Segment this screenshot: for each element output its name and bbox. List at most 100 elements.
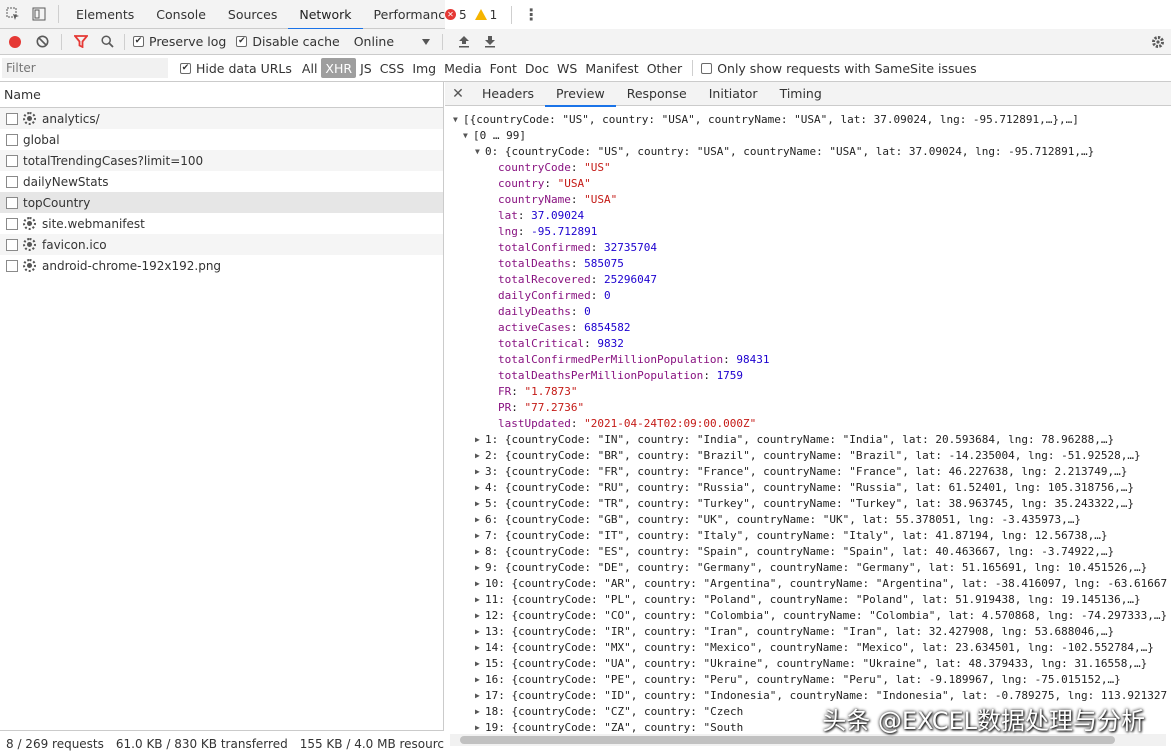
- record-button[interactable]: [9, 35, 21, 48]
- filter-type-css[interactable]: CSS: [376, 58, 409, 78]
- preview-item[interactable]: ▶ 15: {countryCode: "UA", country: "Ukrai…: [445, 656, 1171, 672]
- tab-sources[interactable]: Sources: [217, 0, 288, 29]
- expand-arrow-icon[interactable]: ▶: [475, 432, 485, 448]
- preview-item[interactable]: ▶ 1: {countryCode: "IN", country: "India"…: [445, 432, 1171, 448]
- request-checkbox[interactable]: [6, 112, 18, 125]
- filter-type-img[interactable]: Img: [408, 58, 440, 78]
- property-row: totalConfirmedPerMillionPopulation: 9843…: [445, 352, 1171, 368]
- filter-type-manifest[interactable]: Manifest: [581, 58, 642, 78]
- property-value: 0: [603, 289, 611, 302]
- expand-arrow-icon[interactable]: ▶: [475, 704, 485, 720]
- filter-type-font[interactable]: Font: [486, 58, 521, 78]
- request-row[interactable]: site.webmanifest: [0, 213, 443, 234]
- expand-arrow-icon[interactable]: ▶: [475, 544, 485, 560]
- more-options-icon[interactable]: ⋮: [518, 0, 544, 29]
- import-har-icon[interactable]: [451, 29, 477, 55]
- preview-item[interactable]: ▶ 5: {countryCode: "TR", country: "Turkey…: [445, 496, 1171, 512]
- tab-console[interactable]: Console: [145, 0, 217, 29]
- request-row[interactable]: dailyNewStats: [0, 171, 443, 192]
- detail-tab-headers[interactable]: Headers: [471, 82, 545, 106]
- request-checkbox[interactable]: [6, 196, 18, 209]
- preview-item[interactable]: ▶ 6: {countryCode: "GB", country: "UK", c…: [445, 512, 1171, 528]
- preview-item[interactable]: ▶ 13: {countryCode: "IR", country: "Iran"…: [445, 624, 1171, 640]
- expand-arrow-icon[interactable]: ▶: [475, 480, 485, 496]
- name-column-header[interactable]: Name: [0, 82, 443, 108]
- preview-item[interactable]: ▶ 3: {countryCode: "FR", country: "France…: [445, 464, 1171, 480]
- request-row[interactable]: topCountry: [0, 192, 443, 213]
- preview-item[interactable]: ▶ 2: {countryCode: "BR", country: "Brazil…: [445, 448, 1171, 464]
- expand-arrow-icon[interactable]: ▶: [475, 464, 485, 480]
- samesite-checkbox[interactable]: Only show requests with SameSite issues: [701, 61, 977, 76]
- preview-item[interactable]: ▶ 11: {countryCode: "PL", country: "Polan…: [445, 592, 1171, 608]
- expand-arrow-icon[interactable]: ▶: [475, 528, 485, 544]
- preview-item[interactable]: ▶ 16: {countryCode: "PE", country: "Peru"…: [445, 672, 1171, 688]
- request-checkbox[interactable]: [6, 154, 18, 167]
- request-checkbox[interactable]: [6, 133, 18, 146]
- tab-network[interactable]: Network: [288, 0, 363, 30]
- expand-arrow-icon[interactable]: ▶: [475, 576, 485, 592]
- filter-type-js[interactable]: JS: [356, 58, 376, 78]
- search-icon[interactable]: [94, 29, 120, 55]
- inspect-element-icon[interactable]: [0, 0, 26, 29]
- filter-input[interactable]: [2, 58, 168, 78]
- expand-arrow-icon[interactable]: ▶: [475, 624, 485, 640]
- request-row[interactable]: favicon.ico: [0, 234, 443, 255]
- expand-arrow-icon[interactable]: ▶: [475, 688, 485, 704]
- request-row[interactable]: global: [0, 129, 443, 150]
- detail-tab-initiator[interactable]: Initiator: [698, 82, 769, 106]
- filter-type-all[interactable]: All: [298, 58, 322, 78]
- expand-arrow-icon[interactable]: ▶: [475, 672, 485, 688]
- expand-arrow-icon[interactable]: ▶: [475, 512, 485, 528]
- preview-item[interactable]: ▶ 14: {countryCode: "MX", country: "Mexic…: [445, 640, 1171, 656]
- item-summary: 13: {countryCode: "IR", country: "Iran",…: [485, 625, 1115, 638]
- request-row[interactable]: analytics/: [0, 108, 443, 129]
- preview-range[interactable]: ▼ [0 … 99]: [445, 128, 1171, 144]
- preview-item[interactable]: ▶ 7: {countryCode: "IT", country: "Italy"…: [445, 528, 1171, 544]
- request-checkbox[interactable]: [6, 238, 18, 251]
- preserve-log-checkbox[interactable]: ✔ Preserve log: [133, 34, 226, 49]
- request-row[interactable]: totalTrendingCases?limit=100: [0, 150, 443, 171]
- close-icon[interactable]: ✕: [445, 86, 471, 102]
- preview-root[interactable]: ▼ [{countryCode: "US", country: "USA", co…: [445, 112, 1171, 128]
- throttling-select[interactable]: Online: [354, 34, 430, 49]
- collapse-arrow-icon[interactable]: ▼: [453, 112, 463, 128]
- tab-elements[interactable]: Elements: [65, 0, 145, 29]
- expand-arrow-icon[interactable]: ▶: [475, 608, 485, 624]
- filter-type-xhr[interactable]: XHR: [321, 58, 357, 78]
- expand-arrow-icon[interactable]: ▶: [475, 656, 485, 672]
- detail-tab-response[interactable]: Response: [616, 82, 698, 106]
- export-har-icon[interactable]: [477, 29, 503, 55]
- device-toolbar-icon[interactable]: [26, 0, 52, 29]
- detail-tab-timing[interactable]: Timing: [769, 82, 833, 106]
- request-checkbox[interactable]: [6, 217, 18, 230]
- filter-type-doc[interactable]: Doc: [521, 58, 553, 78]
- expand-arrow-icon[interactable]: ▶: [475, 640, 485, 656]
- expand-arrow-icon[interactable]: ▶: [475, 448, 485, 464]
- request-checkbox[interactable]: [6, 259, 18, 272]
- filter-type-ws[interactable]: WS: [553, 58, 581, 78]
- error-counter[interactable]: ✕ 5 1: [445, 8, 497, 22]
- detail-tab-preview[interactable]: Preview: [545, 82, 616, 107]
- network-settings-gear-icon[interactable]: [1145, 29, 1171, 55]
- preview-item[interactable]: ▶ 12: {countryCode: "CO", country: "Colom…: [445, 608, 1171, 624]
- scrollbar-thumb[interactable]: [460, 736, 1115, 744]
- hide-data-urls-checkbox[interactable]: ✔ Hide data URLs: [180, 61, 292, 76]
- filter-type-media[interactable]: Media: [440, 58, 486, 78]
- disable-cache-checkbox[interactable]: ✔ Disable cache: [236, 34, 340, 49]
- expand-arrow-icon[interactable]: ▶: [475, 592, 485, 608]
- preview-item-0[interactable]: ▼ 0: {countryCode: "US", country: "USA", …: [445, 144, 1171, 160]
- expand-arrow-icon[interactable]: ▶: [475, 496, 485, 512]
- clear-icon[interactable]: [29, 29, 55, 55]
- preview-item[interactable]: ▶ 8: {countryCode: "ES", country: "Spain"…: [445, 544, 1171, 560]
- collapse-arrow-icon[interactable]: ▼: [475, 144, 485, 160]
- filter-icon[interactable]: [68, 29, 94, 55]
- collapse-arrow-icon[interactable]: ▼: [463, 128, 473, 144]
- colon: :: [511, 385, 525, 398]
- preview-item[interactable]: ▶ 4: {countryCode: "RU", country: "Russia…: [445, 480, 1171, 496]
- preview-item[interactable]: ▶ 10: {countryCode: "AR", country: "Argen…: [445, 576, 1171, 592]
- expand-arrow-icon[interactable]: ▶: [475, 560, 485, 576]
- preview-item[interactable]: ▶ 9: {countryCode: "DE", country: "German…: [445, 560, 1171, 576]
- request-checkbox[interactable]: [6, 175, 18, 188]
- filter-type-other[interactable]: Other: [643, 58, 687, 78]
- request-row[interactable]: android-chrome-192x192.png: [0, 255, 443, 276]
